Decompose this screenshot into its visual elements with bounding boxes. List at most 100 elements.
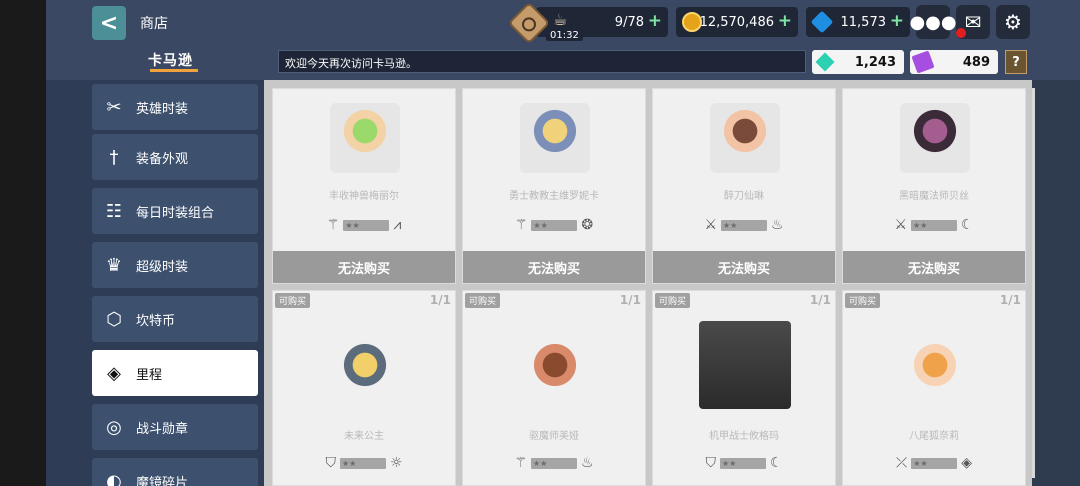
product-card[interactable]: 丰收神兽梅丽尔 ⚚ ★★ ⩘ 无法购买 <box>272 88 456 284</box>
character-portrait <box>699 321 791 409</box>
page-title: 商店 <box>140 16 168 32</box>
add-stamina-button[interactable]: + <box>648 11 662 31</box>
ticket-counter: 489 <box>910 50 998 74</box>
sidebar-item-super-costume[interactable]: ♛ 超级时装 <box>92 242 258 288</box>
product-name: 丰收神兽梅丽尔 <box>329 191 399 202</box>
tab-kamazon[interactable]: 卡马逊 <box>148 50 193 70</box>
mail-icon: ✉ <box>964 10 982 34</box>
ticket-icon: ◈ <box>107 362 121 384</box>
mirror-icon: ◐ <box>106 470 122 486</box>
product-name: 八尾狐奈莉 <box>909 431 959 442</box>
coffee-icon: ☕ <box>553 10 568 29</box>
sidebar-item-label: 英雄时装 <box>136 101 189 117</box>
sidebar-item-daily-costume-set[interactable]: ☷ 每日时装组合 <box>92 188 258 234</box>
super-costume-icon: ♛ <box>105 254 123 276</box>
product-card[interactable]: 勇士教教主维罗妮卡 ⚚ ★★ ❂ 无法购买 <box>462 88 646 284</box>
character-portrait <box>330 337 400 407</box>
sidebar-item-battle-medal[interactable]: ◎ 战斗勋章 <box>92 404 258 450</box>
character-portrait <box>520 337 590 407</box>
shield-icon: ⛉ <box>705 455 716 471</box>
product-name: 机甲战士攸格玛 <box>709 431 779 442</box>
ticket-icon <box>911 50 935 74</box>
purchase-count: 1/1 <box>619 293 641 307</box>
product-stats: ⚚ ★★ ❂ <box>463 217 645 233</box>
product-stats: ⛉ ★★ ☾ <box>653 455 835 471</box>
costume-set-icon: ☷ <box>105 200 123 222</box>
class-icon: ⚚ <box>514 455 527 471</box>
star-bar: ★★ <box>531 219 578 231</box>
medal-icon: ◎ <box>106 416 122 438</box>
product-name: 驱魔师美娅 <box>529 431 579 442</box>
character-portrait <box>710 103 780 173</box>
character-portrait <box>900 103 970 173</box>
star-bar: ★★ <box>339 457 386 469</box>
gem-counter: 11,573 + <box>806 7 910 37</box>
purchasable-badge: 可购买 <box>845 293 881 308</box>
bow-icon: ⤫ <box>896 455 908 471</box>
gear-icon: ⚙ <box>1004 10 1022 34</box>
buy-button[interactable]: 无法购买 <box>653 251 835 283</box>
sidebar-item-label: 每日时装组合 <box>136 205 215 221</box>
notification-dot <box>956 28 966 38</box>
chat-icon: ●●● <box>909 11 957 33</box>
moon-icon: ☾ <box>769 455 783 471</box>
costume-icon: ✂ <box>106 96 122 118</box>
kant-coin-icon: ⬡ <box>106 308 122 330</box>
star-bar: ★★ <box>721 219 767 231</box>
character-portrait <box>520 103 590 173</box>
gold-value: 12,570,486 <box>699 14 774 30</box>
sidebar-item-hero-costume[interactable]: ✂ 英雄时装 <box>92 84 258 130</box>
product-name: 未来公主 <box>344 431 384 442</box>
add-gem-button[interactable]: + <box>890 11 904 31</box>
star-bar: ★★ <box>531 457 577 469</box>
product-card[interactable]: 可购买 1/1 驱魔师美娅 ⚚ ★★ ♨ <box>462 290 646 486</box>
product-card[interactable]: 醉刀仙琳 ⚔ ★★ ♨ 无法购买 <box>652 88 836 284</box>
purchase-count: 1/1 <box>999 293 1021 307</box>
purchasable-badge: 可购买 <box>275 293 311 308</box>
left-edge <box>0 0 46 486</box>
star-bar: ★★ <box>911 219 957 231</box>
product-stats: ⚔ ★★ ♨ <box>653 217 835 233</box>
sidebar-item-label: 里程 <box>136 367 163 383</box>
product-stats: ⛉ ★★ ☼ <box>273 455 455 471</box>
product-card[interactable]: 黑暗魔法师贝丝 ⚔ ★★ ☾ 无法购买 <box>842 88 1026 284</box>
product-stats: ⚚ ★★ ⩘ <box>273 217 455 233</box>
notice-bar: 欢迎今天再次访问卡马逊。 <box>278 50 806 73</box>
sidebar-item-mirror-fragment[interactable]: ◐ 魔镜碎片 <box>92 458 258 486</box>
purchase-count: 1/1 <box>429 293 451 307</box>
back-arrow-icon: < <box>99 10 119 36</box>
buy-button[interactable]: 无法购买 <box>463 251 645 283</box>
sidebar-item-label: 坎特币 <box>136 313 176 329</box>
sidebar-item-mileage[interactable]: ◈ 里程 <box>92 350 258 396</box>
element-icon: ❂ <box>581 217 594 233</box>
mileage-crystal-counter: 1,243 <box>812 50 904 74</box>
product-stats: ⤫ ★★ ◈ <box>843 455 1025 471</box>
character-portrait <box>330 103 400 173</box>
product-name: 勇士教教主维罗妮卡 <box>509 191 599 202</box>
tab-underline <box>150 69 198 72</box>
product-card[interactable]: 可购买 1/1 未来公主 ⛉ ★★ ☼ <box>272 290 456 486</box>
fire-icon: ♨ <box>771 217 784 233</box>
gem-value: 11,573 <box>840 14 887 30</box>
sun-icon: ☼ <box>389 455 403 471</box>
purchasable-badge: 可购买 <box>655 293 691 308</box>
scrollbar[interactable] <box>1032 88 1035 478</box>
product-name: 醉刀仙琳 <box>724 191 764 202</box>
chat-button[interactable]: ●●● <box>909 5 957 39</box>
gold-coin-icon <box>682 12 702 32</box>
add-gold-button[interactable]: + <box>778 11 792 31</box>
product-card[interactable]: 可购买 1/1 八尾狐奈莉 ⤫ ★★ ◈ <box>842 290 1026 486</box>
gem-icon <box>810 10 834 34</box>
help-button[interactable]: ? <box>1005 50 1027 74</box>
sidebar-item-label: 装备外观 <box>136 151 189 167</box>
buy-button[interactable]: 无法购买 <box>273 251 455 283</box>
sidebar-item-kant-coin[interactable]: ⬡ 坎特币 <box>92 296 258 342</box>
buy-button[interactable]: 无法购买 <box>843 251 1025 283</box>
purchase-count: 1/1 <box>809 293 831 307</box>
back-button[interactable]: < <box>92 6 126 40</box>
settings-button[interactable]: ⚙ <box>996 5 1030 39</box>
gold-counter: 12,570,486 + <box>676 7 798 37</box>
stamina-value: 9/78 <box>614 14 644 30</box>
sidebar-item-equipment-skin[interactable]: † 装备外观 <box>92 134 258 180</box>
product-card[interactable]: 可购买 1/1 机甲战士攸格玛 ⛉ ★★ ☾ <box>652 290 836 486</box>
